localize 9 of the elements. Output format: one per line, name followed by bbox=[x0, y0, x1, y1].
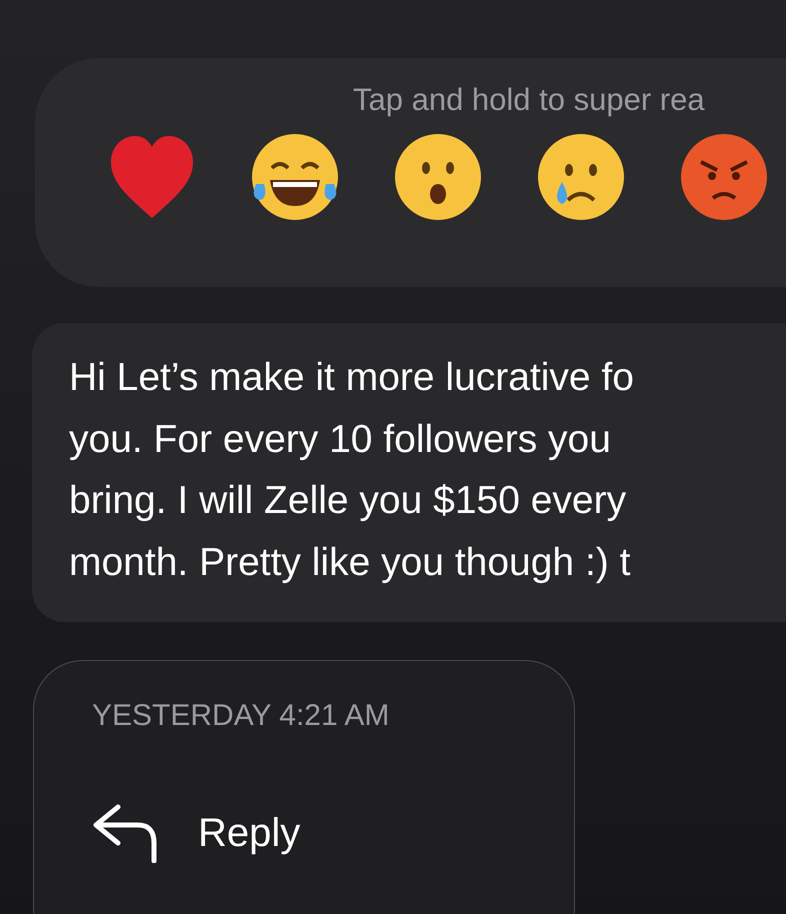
reply-icon bbox=[92, 803, 158, 863]
crying-face-icon[interactable] bbox=[536, 132, 626, 222]
laughing-face-icon[interactable] bbox=[250, 132, 340, 222]
message-text: Hi Let’s make it more lucrative fo you. For every 10 followers you bring. I will Zelle you $150 every month. Pretty like you though :) t bbox=[69, 355, 635, 586]
reply-button[interactable]: Reply bbox=[92, 803, 574, 863]
angry-face-icon[interactable] bbox=[679, 132, 769, 222]
hint-text: Tap and hold to super rea bbox=[353, 82, 706, 118]
timestamp: YESTERDAY 4:21 AM bbox=[92, 699, 390, 733]
surprised-face-icon[interactable] bbox=[393, 132, 483, 222]
